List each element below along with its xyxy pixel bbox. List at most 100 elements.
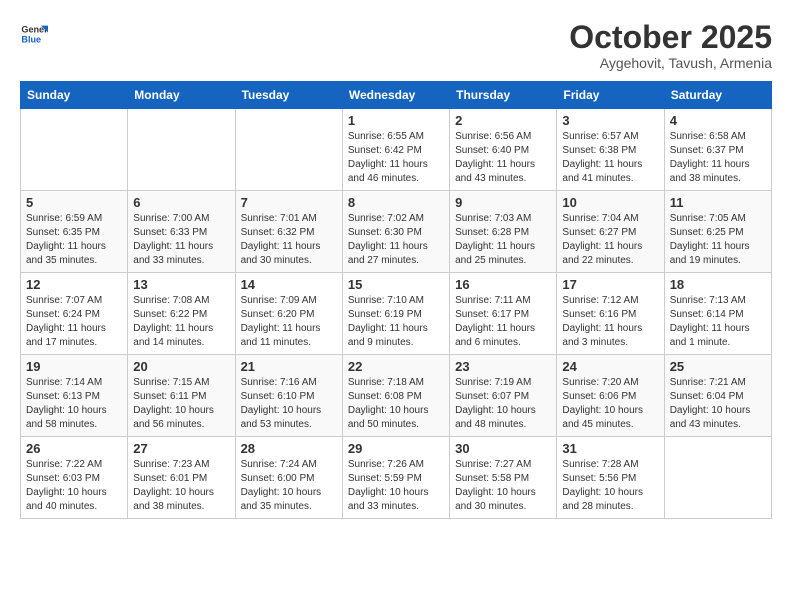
calendar-cell: 30Sunrise: 7:27 AM Sunset: 5:58 PM Dayli… [450,437,557,519]
day-info: Sunrise: 7:08 AM Sunset: 6:22 PM Dayligh… [133,294,229,350]
calendar-cell: 9Sunrise: 7:03 AM Sunset: 6:28 PM Daylig… [450,191,557,273]
location-subtitle: Aygehovit, Tavush, Armenia [569,55,772,71]
day-number: 10 [562,195,658,210]
day-number: 4 [670,113,766,128]
day-number: 1 [348,113,444,128]
calendar-cell: 16 Sunrise: 7:11 AM Sunset: 6:17 PM Dayli… [450,273,557,355]
calendar-cell [21,109,128,191]
calendar-cell: 29 Sunrise: 7:26 AM Sunset: 5:59 PM Dayli… [342,437,449,519]
weekday-header: Sunday [21,82,128,109]
day-info: Sunrise: 7:28 AM Sunset: 5:56 PM Dayligh… [562,458,658,514]
day-number: 28 [241,441,337,456]
day-info: Sunrise: 7:26 AM Sunset: 5:59 PM Dayligh… [348,458,444,514]
calendar-cell: 21 Sunrise: 7:16 AM Sunset: 6:10 PM Dayli… [235,355,342,437]
day-info: Sunrise: 7:21 AM Sunset: 6:04 PM Dayligh… [670,376,766,432]
calendar-cell: 4 Sunrise: 6:58 AM Sunset: 6:37 PM Daylig… [664,109,771,191]
calendar-cell: 14 Sunrise: 7:09 AM Sunset: 6:20 PM Dayli… [235,273,342,355]
day-info: Sunrise: 6:55 AM Sunset: 6:42 PM Dayligh… [348,130,444,186]
day-info: Sunrise: 7:01 AM Sunset: 6:32 PM Dayligh… [241,212,337,268]
day-info: Sunrise: 7:09 AM Sunset: 6:20 PM Dayligh… [241,294,337,350]
day-info: Sunrise: 7:18 AM Sunset: 6:08 PM Dayligh… [348,376,444,432]
day-info: Sunrise: 6:56 AM Sunset: 6:40 PM Dayligh… [455,130,551,186]
day-number: 22 [348,359,444,374]
day-number: 14 [241,277,337,292]
calendar-cell: 8 Sunrise: 7:02 AM Sunset: 6:30 PM Daylig… [342,191,449,273]
day-number: 24 [562,359,658,374]
weekday-header: Friday [557,82,664,109]
weekday-header: Saturday [664,82,771,109]
day-number: 8 [348,195,444,210]
calendar-cell: 15Sunrise: 7:10 AM Sunset: 6:19 PM Dayli… [342,273,449,355]
month-title: October 2025 [569,20,772,55]
day-info: Sunrise: 6:57 AM Sunset: 6:38 PM Dayligh… [562,130,658,186]
day-number: 25 [670,359,766,374]
calendar-cell: 22 Sunrise: 7:18 AM Sunset: 6:08 PM Dayli… [342,355,449,437]
day-info: Sunrise: 7:27 AM Sunset: 5:58 PM Dayligh… [455,458,551,514]
day-info: Sunrise: 7:22 AM Sunset: 6:03 PM Dayligh… [26,458,122,514]
calendar-cell: 19 Sunrise: 7:14 AM Sunset: 6:13 PM Dayli… [21,355,128,437]
day-info: Sunrise: 6:59 AM Sunset: 6:35 PM Dayligh… [26,212,122,268]
day-info: Sunrise: 7:23 AM Sunset: 6:01 PM Dayligh… [133,458,229,514]
day-number: 6 [133,195,229,210]
day-info: Sunrise: 7:16 AM Sunset: 6:10 PM Dayligh… [241,376,337,432]
calendar-cell: 17 Sunrise: 7:12 AM Sunset: 6:16 PM Dayli… [557,273,664,355]
calendar-cell: 13Sunrise: 7:08 AM Sunset: 6:22 PM Dayli… [128,273,235,355]
calendar-cell: 6 Sunrise: 7:00 AM Sunset: 6:33 PM Daylig… [128,191,235,273]
day-number: 12 [26,277,122,292]
title-block: October 2025 Aygehovit, Tavush, Armenia [569,20,772,71]
day-number: 23 [455,359,551,374]
calendar-table: SundayMondayTuesdayWednesdayThursdayFrid… [20,81,772,519]
weekday-header: Wednesday [342,82,449,109]
day-info: Sunrise: 7:00 AM Sunset: 6:33 PM Dayligh… [133,212,229,268]
calendar-week-row: 26 Sunrise: 7:22 AM Sunset: 6:03 PM Dayli… [21,437,772,519]
calendar-cell: 5 Sunrise: 6:59 AM Sunset: 6:35 PM Daylig… [21,191,128,273]
logo-icon: General Blue [20,20,48,48]
calendar-cell: 31 Sunrise: 7:28 AM Sunset: 5:56 PM Dayli… [557,437,664,519]
calendar-cell: 1 Sunrise: 6:55 AM Sunset: 6:42 PM Daylig… [342,109,449,191]
day-info: Sunrise: 7:12 AM Sunset: 6:16 PM Dayligh… [562,294,658,350]
day-number: 27 [133,441,229,456]
page-header: General Blue October 2025 Aygehovit, Tav… [20,20,772,71]
day-number: 3 [562,113,658,128]
day-number: 26 [26,441,122,456]
day-number: 31 [562,441,658,456]
calendar-cell: 7 Sunrise: 7:01 AM Sunset: 6:32 PM Daylig… [235,191,342,273]
calendar-cell [664,437,771,519]
calendar-cell: 3 Sunrise: 6:57 AM Sunset: 6:38 PM Daylig… [557,109,664,191]
calendar-cell: 11Sunrise: 7:05 AM Sunset: 6:25 PM Dayli… [664,191,771,273]
day-info: Sunrise: 7:07 AM Sunset: 6:24 PM Dayligh… [26,294,122,350]
calendar-cell: 12 Sunrise: 7:07 AM Sunset: 6:24 PM Dayli… [21,273,128,355]
day-info: Sunrise: 6:58 AM Sunset: 6:37 PM Dayligh… [670,130,766,186]
day-number: 29 [348,441,444,456]
calendar-cell [128,109,235,191]
day-number: 5 [26,195,122,210]
weekday-header-row: SundayMondayTuesdayWednesdayThursdayFrid… [21,82,772,109]
day-number: 7 [241,195,337,210]
weekday-header: Tuesday [235,82,342,109]
day-info: Sunrise: 7:02 AM Sunset: 6:30 PM Dayligh… [348,212,444,268]
day-number: 19 [26,359,122,374]
day-info: Sunrise: 7:11 AM Sunset: 6:17 PM Dayligh… [455,294,551,350]
day-info: Sunrise: 7:03 AM Sunset: 6:28 PM Dayligh… [455,212,551,268]
day-number: 17 [562,277,658,292]
day-info: Sunrise: 7:05 AM Sunset: 6:25 PM Dayligh… [670,212,766,268]
day-info: Sunrise: 7:04 AM Sunset: 6:27 PM Dayligh… [562,212,658,268]
day-number: 21 [241,359,337,374]
day-info: Sunrise: 7:14 AM Sunset: 6:13 PM Dayligh… [26,376,122,432]
calendar-cell: 18 Sunrise: 7:13 AM Sunset: 6:14 PM Dayli… [664,273,771,355]
svg-text:Blue: Blue [21,34,41,44]
day-number: 2 [455,113,551,128]
calendar-cell: 24Sunrise: 7:20 AM Sunset: 6:06 PM Dayli… [557,355,664,437]
day-info: Sunrise: 7:15 AM Sunset: 6:11 PM Dayligh… [133,376,229,432]
weekday-header: Thursday [450,82,557,109]
calendar-cell: 23Sunrise: 7:19 AM Sunset: 6:07 PM Dayli… [450,355,557,437]
calendar-cell: 25 Sunrise: 7:21 AM Sunset: 6:04 PM Dayli… [664,355,771,437]
day-info: Sunrise: 7:13 AM Sunset: 6:14 PM Dayligh… [670,294,766,350]
calendar-cell: 27 Sunrise: 7:23 AM Sunset: 6:01 PM Dayli… [128,437,235,519]
day-number: 18 [670,277,766,292]
calendar-week-row: 12 Sunrise: 7:07 AM Sunset: 6:24 PM Dayli… [21,273,772,355]
day-info: Sunrise: 7:10 AM Sunset: 6:19 PM Dayligh… [348,294,444,350]
day-info: Sunrise: 7:24 AM Sunset: 6:00 PM Dayligh… [241,458,337,514]
logo: General Blue [20,20,48,48]
day-number: 16 [455,277,551,292]
